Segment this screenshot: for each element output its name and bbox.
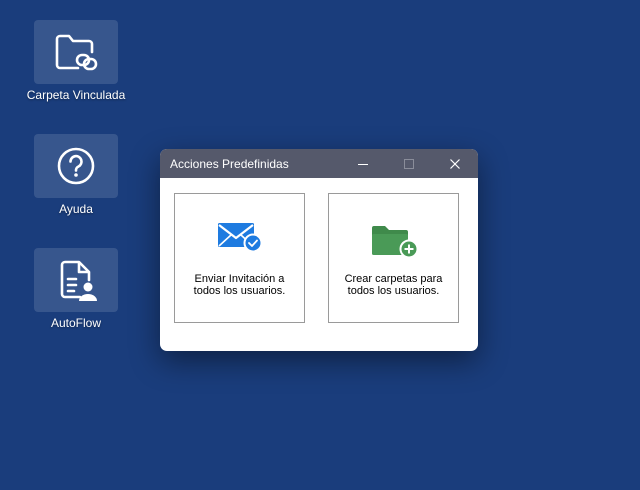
linked-folder-icon bbox=[34, 20, 118, 84]
window-titlebar[interactable]: Acciones Predefinidas bbox=[160, 149, 478, 178]
desktop-icon-ayuda[interactable]: Ayuda bbox=[21, 134, 131, 216]
maximize-icon bbox=[404, 158, 414, 169]
folder-add-icon bbox=[329, 221, 458, 259]
close-icon bbox=[450, 158, 460, 169]
desktop-icon-autoflow[interactable]: AutoFlow bbox=[21, 248, 131, 330]
close-button[interactable] bbox=[432, 149, 478, 178]
create-folders-button[interactable]: Crear carpetas para todos los usuarios. bbox=[328, 193, 459, 323]
minimize-button[interactable] bbox=[340, 149, 386, 178]
desktop-icon-label: AutoFlow bbox=[50, 316, 102, 330]
document-user-icon bbox=[34, 248, 118, 312]
window-title: Acciones Predefinidas bbox=[170, 156, 289, 171]
desktop-icon-carpeta-vinculada[interactable]: Carpeta Vinculada bbox=[21, 20, 131, 102]
action-label-line1: Crear carpetas para bbox=[344, 273, 443, 285]
maximize-button[interactable] bbox=[386, 149, 432, 178]
action-label-line2: todos los usuarios. bbox=[193, 285, 286, 297]
window-content: Enviar Invitación a todos los usuarios. … bbox=[160, 178, 478, 351]
acciones-predefinidas-window: Acciones Predefinidas Enviar Invitación … bbox=[160, 149, 478, 351]
minimize-icon bbox=[358, 163, 368, 165]
send-invitation-button[interactable]: Enviar Invitación a todos los usuarios. bbox=[174, 193, 305, 323]
desktop-icon-label: Ayuda bbox=[59, 202, 93, 216]
help-icon bbox=[34, 134, 118, 198]
action-label: Crear carpetas para todos los usuarios. bbox=[329, 273, 458, 297]
mail-check-icon bbox=[175, 221, 304, 257]
action-label-line2: todos los usuarios. bbox=[347, 285, 440, 297]
desktop-icon-label: Carpeta Vinculada bbox=[26, 88, 126, 102]
action-label: Enviar Invitación a todos los usuarios. bbox=[175, 273, 304, 297]
action-label-line1: Enviar Invitación a bbox=[194, 273, 285, 285]
